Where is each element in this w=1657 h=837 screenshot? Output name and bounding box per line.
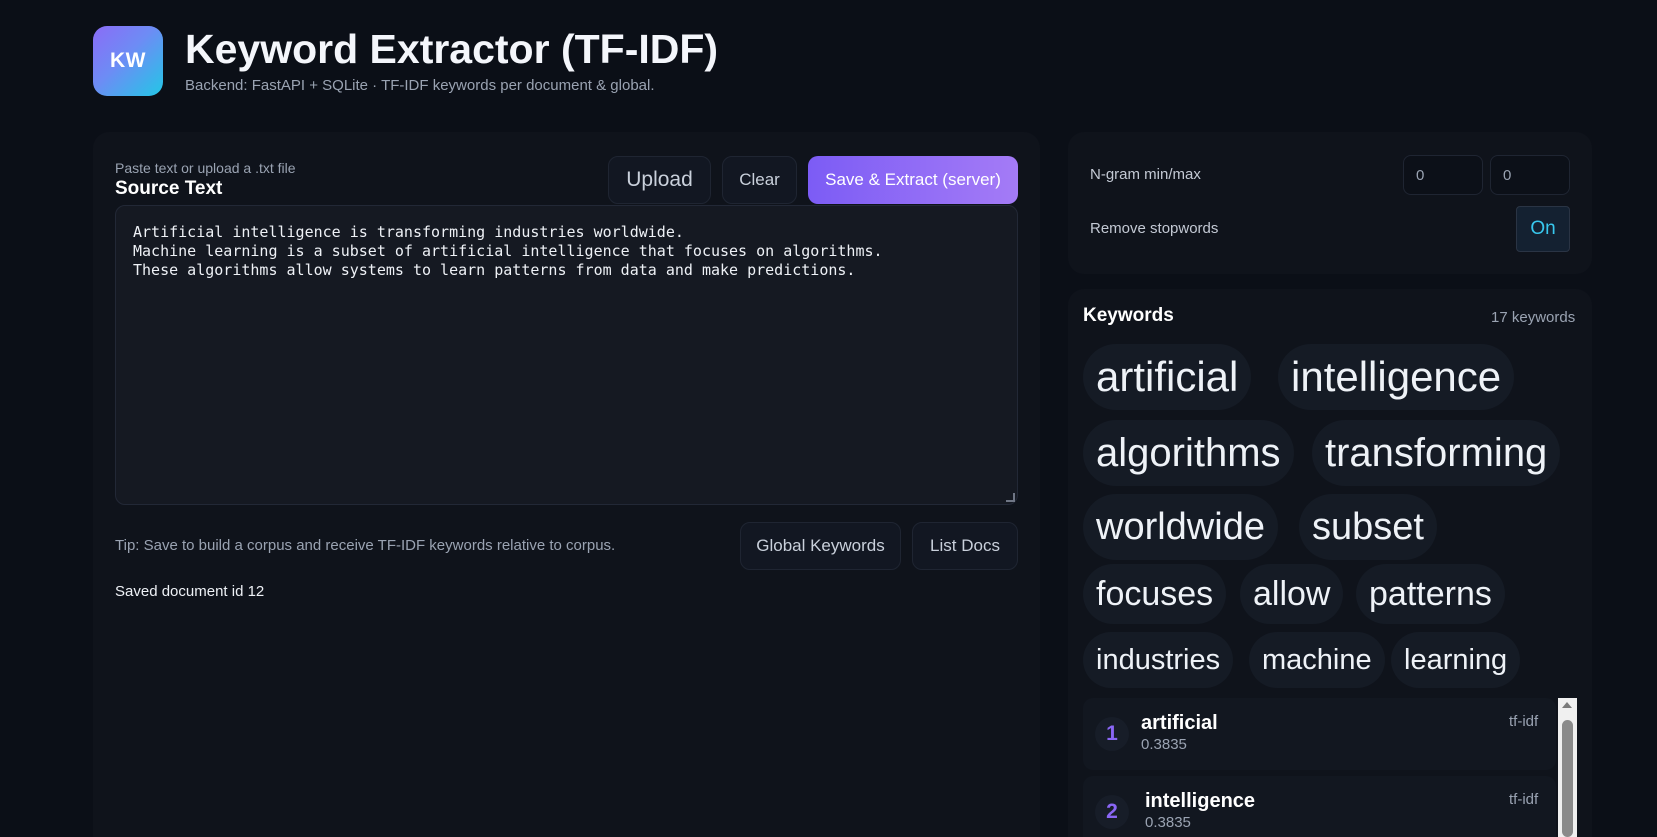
keywords-title: Keywords [1083, 305, 1174, 326]
keyword-chip[interactable]: patterns [1356, 564, 1505, 624]
ngram-label: N-gram min/max [1090, 166, 1201, 183]
scroll-up-arrow-icon[interactable] [1562, 702, 1572, 708]
keyword-method: tf-idf [1509, 791, 1539, 808]
keyword-chip[interactable]: subset [1299, 494, 1437, 560]
editor-hint-label: Paste text or upload a .txt file [115, 160, 296, 176]
keywords-count: 17 keywords [1491, 309, 1576, 326]
source-text-title: Source Text [115, 178, 223, 199]
upload-button[interactable]: Upload [608, 156, 711, 204]
settings-panel [1068, 132, 1592, 274]
stopwords-label: Remove stopwords [1090, 220, 1219, 237]
keyword-chip[interactable]: machine [1249, 632, 1385, 688]
tip-text: Tip: Save to build a corpus and receive … [115, 537, 616, 554]
list-docs-button[interactable]: List Docs [912, 522, 1018, 570]
ngram-max-input[interactable]: 0 [1490, 155, 1570, 195]
keyword-score: 0.3835 [1141, 736, 1187, 753]
keyword-word: artificial [1141, 712, 1218, 734]
save-extract-button[interactable]: Save & Extract (server) [808, 156, 1018, 204]
keyword-chip[interactable]: learning [1391, 632, 1521, 688]
global-keywords-button[interactable]: Global Keywords [740, 522, 901, 570]
keyword-score: 0.3835 [1145, 814, 1191, 831]
keyword-row[interactable]: 1 artificial 0.3835 tf-idf [1083, 698, 1556, 770]
keyword-chip[interactable]: intelligence [1278, 344, 1515, 410]
keyword-chip[interactable]: artificial [1083, 344, 1252, 410]
keyword-rank: 1 [1095, 717, 1129, 751]
keyword-rank: 2 [1095, 795, 1129, 829]
clear-button[interactable]: Clear [722, 156, 797, 204]
status-message: Saved document id 12 [115, 583, 265, 600]
keyword-chip[interactable]: worldwide [1083, 494, 1278, 560]
keyword-chip[interactable]: allow [1240, 564, 1344, 624]
scrollbar-thumb[interactable] [1562, 720, 1573, 837]
keyword-chip[interactable]: transforming [1312, 420, 1561, 486]
logo-text: KW [110, 49, 146, 72]
source-text-input[interactable]: Artificial intelligence is transforming … [115, 205, 1018, 505]
keyword-row[interactable]: 2 intelligence 0.3835 tf-idf [1083, 776, 1556, 837]
ngram-min-input[interactable]: 0 [1403, 155, 1483, 195]
resize-handle-icon[interactable] [1006, 493, 1015, 502]
app-logo: KW [93, 26, 163, 96]
keyword-method: tf-idf [1509, 713, 1539, 730]
keyword-list-scrollbar[interactable] [1558, 698, 1577, 837]
keyword-chip[interactable]: focuses [1083, 564, 1227, 624]
stopwords-toggle[interactable]: On [1516, 206, 1570, 252]
keyword-word: intelligence [1145, 790, 1256, 812]
keyword-chip[interactable]: industries [1083, 632, 1234, 688]
app-subtitle: Backend: FastAPI + SQLite · TF-IDF keywo… [185, 77, 655, 94]
app-title: Keyword Extractor (TF-IDF) [185, 26, 719, 72]
keyword-chip[interactable]: algorithms [1083, 420, 1294, 486]
keyword-list: 1 artificial 0.3835 tf-idf 2 intelligenc… [1083, 698, 1577, 837]
